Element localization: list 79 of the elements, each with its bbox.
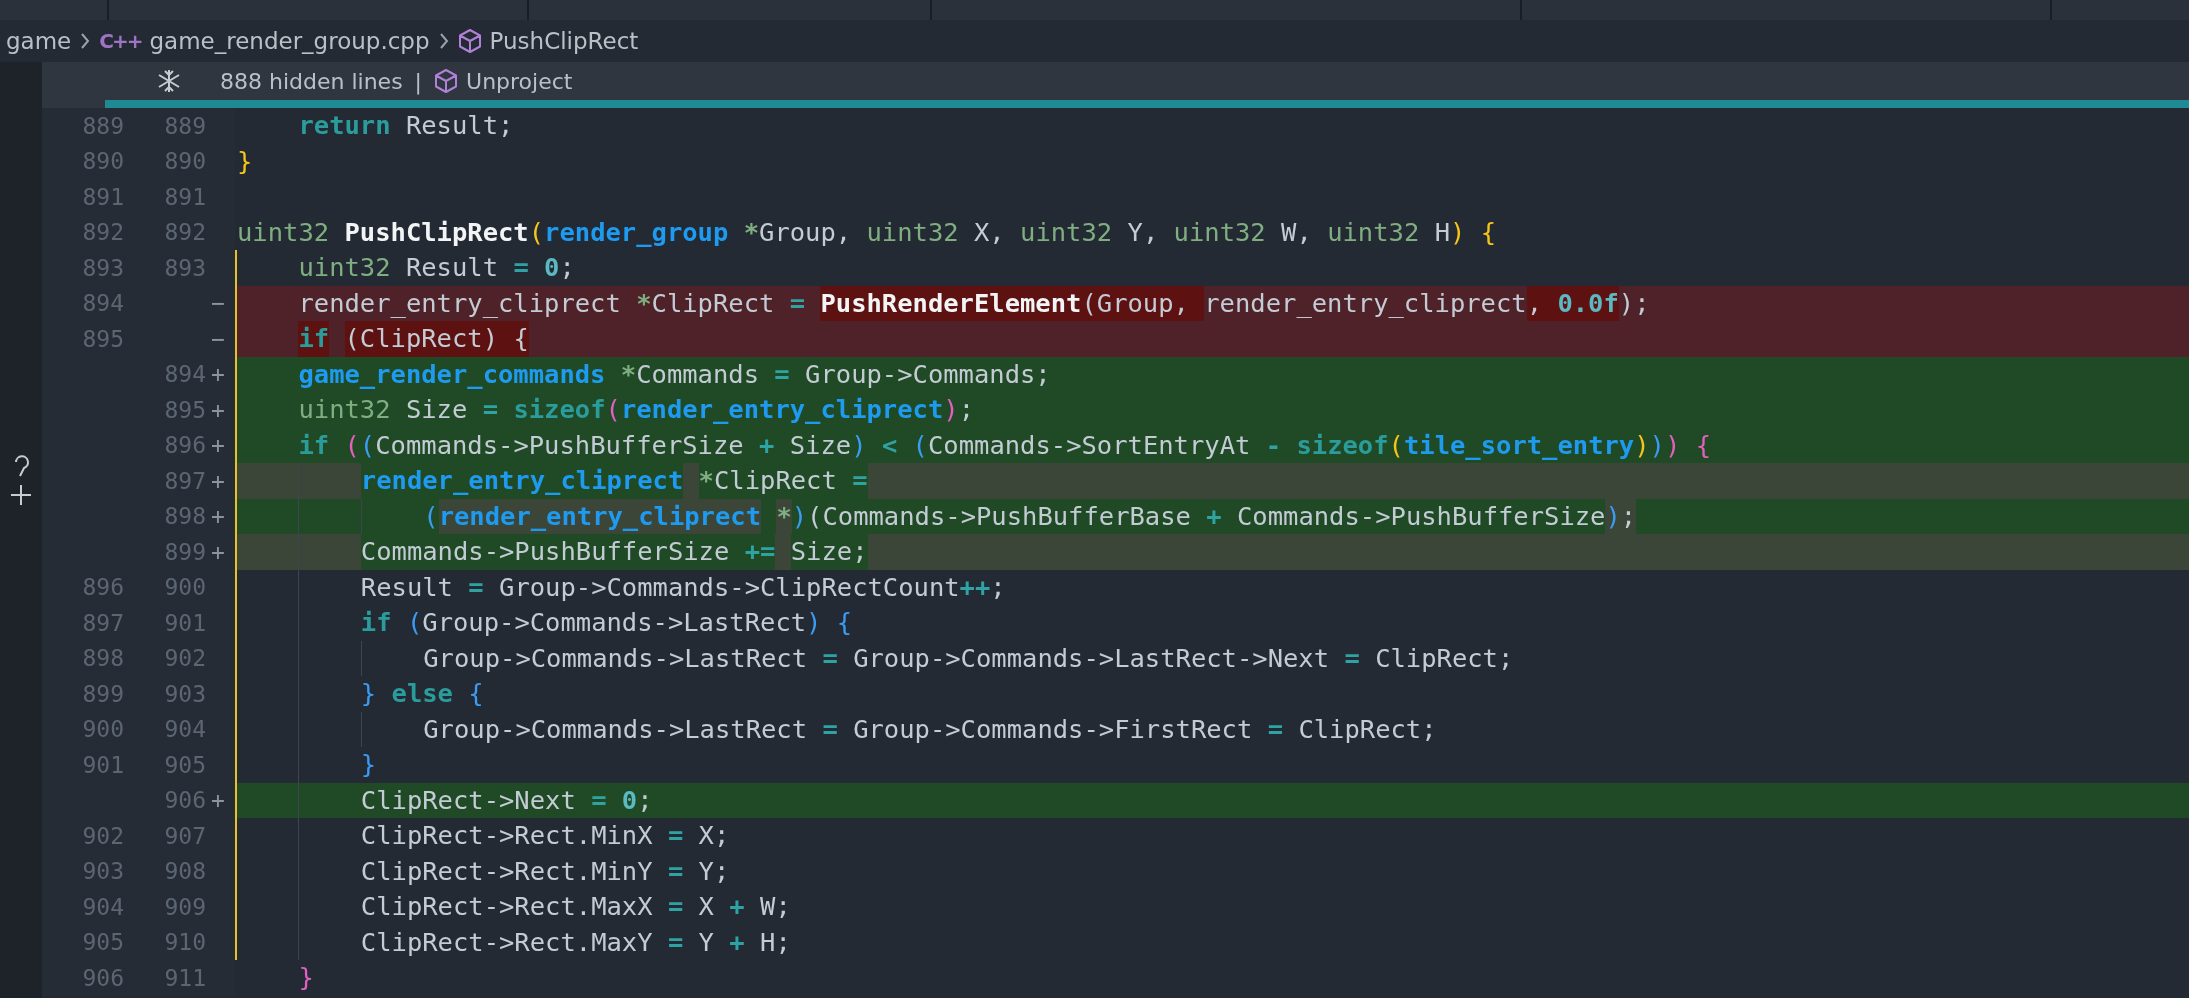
diff-marker: + [210,502,226,531]
line-number: 901 [81,750,124,780]
diff-marker: − [210,289,226,318]
line-number: 891 [81,182,124,212]
line-number: 895 [163,395,206,425]
code-line: ClipRect->Rect.MinY = Y; [237,853,2189,889]
line-number: 909 [163,892,206,922]
line-number: 895 [81,324,124,354]
code-line: uint32 Result = 0; [297,251,576,284]
line-number: 902 [81,821,124,851]
diff-marker: + [210,395,226,425]
line-number: 892 [163,218,206,247]
diff-marker: + [210,431,226,460]
line-number: 901 [163,608,206,638]
line-number: 900 [163,573,206,602]
breadcrumb-item[interactable]: PushClipRect [457,23,639,59]
cube-icon [434,68,459,94]
line-number: 911 [163,963,206,993]
line-number: 894 [163,360,206,389]
line-number: 903 [81,857,124,886]
line-number: 893 [163,253,206,283]
line-number: 907 [163,821,206,851]
code-line: uint32 PushClipRect(render_group *Group, uint32 X, uint32 Y, uint32 W, uint32 H) { [237,215,1498,249]
line-number: 906 [81,963,124,993]
diff-marker: − [210,324,226,354]
diff-marker: + [210,786,226,815]
code-line: } [237,144,254,178]
line-number: 897 [81,608,124,638]
separator: | [414,67,423,97]
code-line: ClipRect->Rect.MaxX = X + W; [237,889,2189,925]
line-number: 890 [163,147,206,176]
line-number: 894 [81,289,124,318]
line-number: 900 [81,715,124,744]
code-line: ClipRect->Rect.MaxY = Y + H; [237,924,2189,960]
code-line: } [297,961,315,994]
breadcrumb-item[interactable]: game [6,23,72,59]
code-line: Group->Commands->LastRect = Group->Commands->LastRect->Next = ClipRect; [237,640,2189,676]
line-number: 905 [81,928,124,957]
hidden-lines-label: 888 hidden lines [220,67,403,96]
line-number: 896 [81,573,124,602]
line-number: 908 [163,857,206,886]
line-number: 903 [163,679,206,709]
code-line: ClipRect->Rect.MinX = X; [237,818,2189,854]
breadcrumb-item[interactable]: C++ game_render_group.cpp [99,23,430,59]
line-number: 892 [81,218,124,247]
cpp-file-icon: C++ [99,26,142,56]
line-number: 896 [163,431,206,460]
code-line: return Result; [297,109,515,142]
fold-bar[interactable]: 888 hidden lines | Unproject [42,62,2189,108]
plus-icon[interactable] [10,484,32,506]
diff-marker: + [210,360,226,389]
code-line: if (Group->Commands->LastRect) { [237,605,2189,641]
line-number: 893 [81,253,124,283]
line-number: 899 [163,537,206,567]
line-number: 889 [81,111,124,141]
line-number: 897 [163,466,206,496]
line-number: 890 [81,147,124,176]
chevron-icon [437,32,450,50]
line-number: 891 [163,182,206,212]
line-number: 905 [163,750,206,780]
collapse-icon[interactable] [156,68,182,94]
cube-icon [457,28,482,54]
chevron-icon [79,32,92,50]
diff-marker: + [210,466,226,496]
line-number: 889 [163,111,206,141]
line-number: 904 [163,715,206,744]
code-line: Group->Commands->LastRect = Group->Commands->FirstRect = ClipRect; [237,711,2189,747]
line-number: 910 [163,928,206,957]
line-number: 902 [163,644,206,673]
code-line: } else { [237,676,2189,712]
code-line: Result = Group->Commands->ClipRectCount++; [237,569,2189,605]
line-number: 898 [163,502,206,531]
diff-marker: + [210,537,226,567]
code-line: } [237,747,2189,783]
scope-link[interactable]: Unproject [434,64,573,98]
line-number: 904 [81,892,124,922]
line-number: 906 [163,786,206,815]
line-number: 898 [81,644,124,673]
line-number: 899 [81,679,124,709]
